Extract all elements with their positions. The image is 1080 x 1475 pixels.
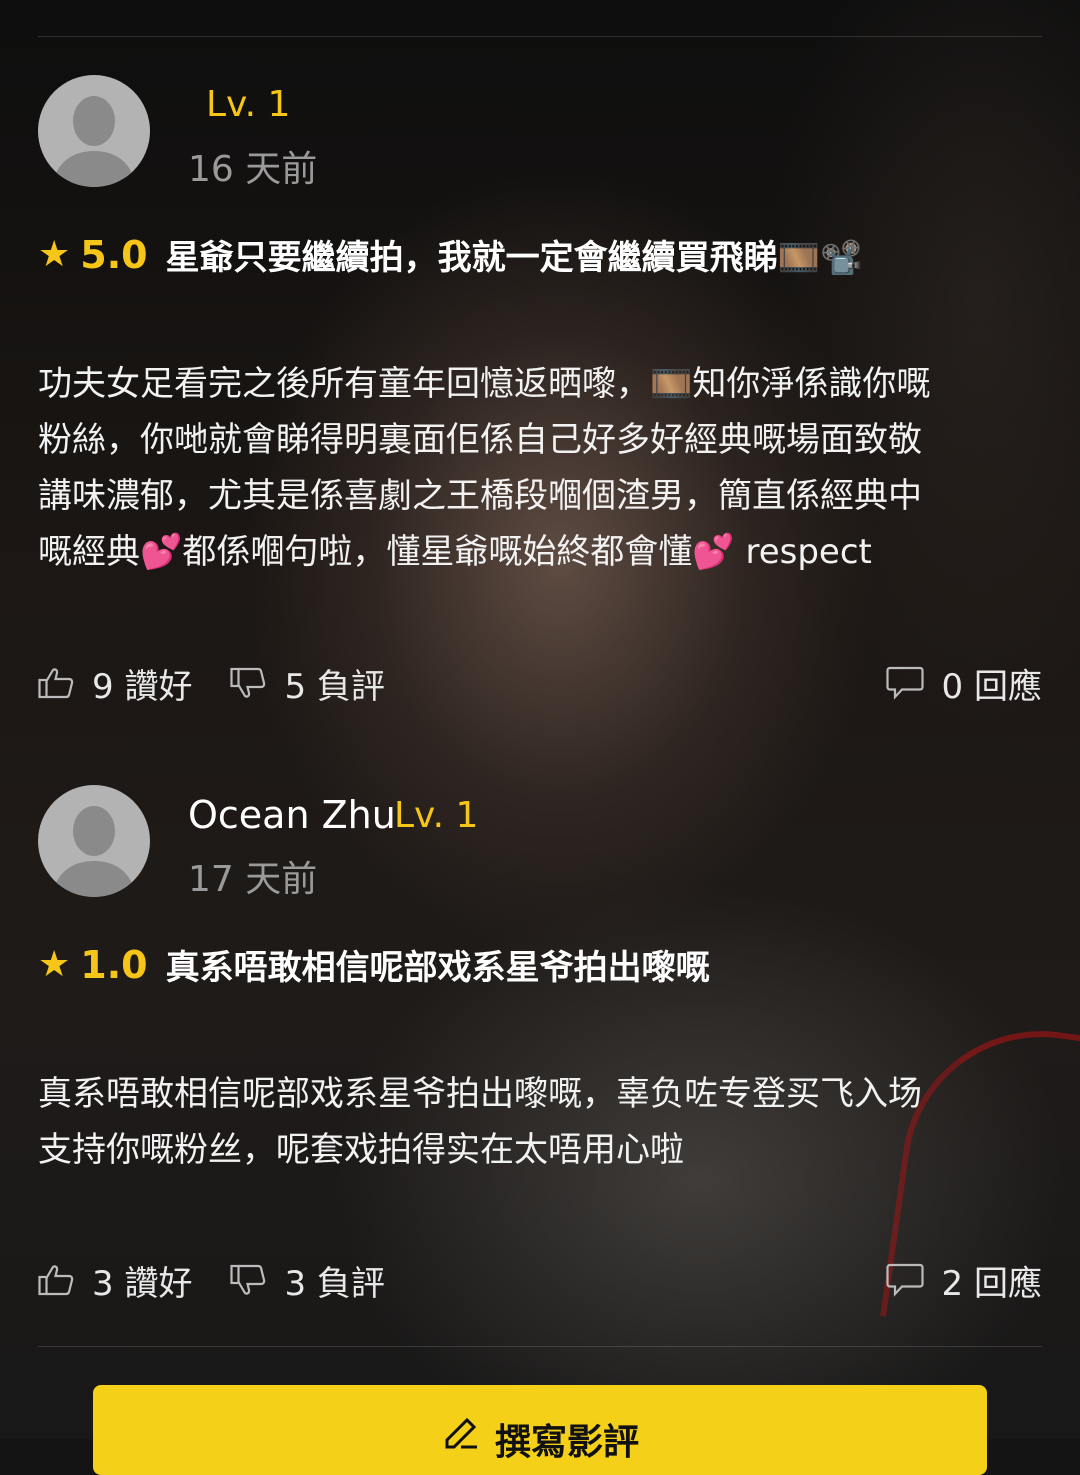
reviews-list: Lv. 1 16 天前 ★ 5.0 星爺只要繼續拍，我就一定會繼續買飛睇🎞️📽️… [0, 0, 1080, 1475]
write-review-button[interactable]: 撰寫影評 [93, 1385, 987, 1475]
review-score: 1.0 [80, 942, 148, 987]
like-count: 3 讚好 [92, 1263, 193, 1304]
reply-button[interactable]: 2 回應 [885, 1256, 1042, 1305]
review-body-line: 支持你嘅粉丝，呢套戏拍得实在太唔用心啦 [38, 1130, 684, 1170]
review-body[interactable]: 真系唔敢相信呢部戏系星爷拍出嚟嘅，辜负咗专登买飞入场 支持你嘅粉丝，呢套戏拍得实… [38, 1066, 1038, 1178]
write-review-label: 撰寫影評 [494, 1422, 639, 1463]
user-name[interactable]: Ocean Zhu [188, 793, 396, 837]
dislike-count: 3 負評 [284, 1263, 385, 1304]
dislike-button[interactable]: 3 負評 [230, 1256, 385, 1305]
reply-count: 0 回應 [941, 666, 1042, 707]
review-time: 17 天前 [188, 859, 318, 900]
review-score: 5.0 [80, 232, 148, 277]
reply-button[interactable]: 0 回應 [885, 659, 1042, 708]
pencil-icon [445, 1417, 477, 1449]
thumbs-down-icon [230, 1264, 266, 1295]
star-icon: ★ [38, 944, 71, 985]
thumbs-up-icon [38, 1265, 74, 1296]
like-count: 9 讚好 [92, 666, 193, 707]
divider [38, 36, 1042, 37]
review-title[interactable]: 真系唔敢相信呢部戏系星爷拍出嚟嘅 [166, 940, 710, 989]
avatar-icon[interactable] [38, 785, 150, 897]
dislike-count: 5 負評 [284, 666, 385, 707]
speech-bubble-icon [885, 666, 924, 700]
review-body[interactable]: 功夫女足看完之後所有童年回憶返晒嚟，🎞️知你淨係識你嘅 粉絲，你哋就會睇得明裏面… [38, 356, 1038, 580]
star-icon: ★ [38, 234, 71, 275]
review-body-line: 真系唔敢相信呢部戏系星爷拍出嚟嘅，辜负咗专登买飞入场 [38, 1074, 922, 1114]
user-level-badge: Lv. 1 [394, 795, 479, 836]
like-button[interactable]: 9 讚好 [38, 659, 192, 708]
reply-count: 2 回應 [941, 1263, 1042, 1304]
review-actions: 3 讚好 3 負評 2 回應 [38, 1255, 1042, 1305]
divider [38, 1346, 1042, 1347]
user-level-badge: Lv. 1 [206, 84, 291, 125]
review-actions: 9 讚好 5 負評 0 回應 [38, 658, 1042, 708]
review-body-line: 講味濃郁，尤其是係喜劇之王橋段嗰個渣男，簡直係經典中 [38, 476, 922, 516]
review-rating-row: ★ 1.0 真系唔敢相信呢部戏系星爷拍出嚟嘅 [38, 940, 710, 989]
thumbs-up-icon [38, 668, 74, 699]
speech-bubble-icon [885, 1263, 924, 1297]
like-button[interactable]: 3 讚好 [38, 1256, 192, 1305]
dislike-button[interactable]: 5 負評 [230, 659, 385, 708]
review-body-line: 粉絲，你哋就會睇得明裏面佢係自己好多好經典嘅場面致敬 [38, 420, 922, 460]
review-rating-row: ★ 5.0 星爺只要繼續拍，我就一定會繼續買飛睇🎞️📽️ [38, 230, 862, 279]
avatar-icon[interactable] [38, 75, 150, 187]
thumbs-down-icon [230, 667, 266, 698]
review-body-line: 功夫女足看完之後所有童年回憶返晒嚟，🎞️知你淨係識你嘅 [38, 364, 931, 404]
review-time: 16 天前 [188, 149, 318, 190]
review-body-line: 嘅經典💕都係嗰句啦，懂星爺嘅始終都會懂💕 respect [38, 532, 872, 572]
review-title[interactable]: 星爺只要繼續拍，我就一定會繼續買飛睇🎞️📽️ [166, 230, 863, 279]
